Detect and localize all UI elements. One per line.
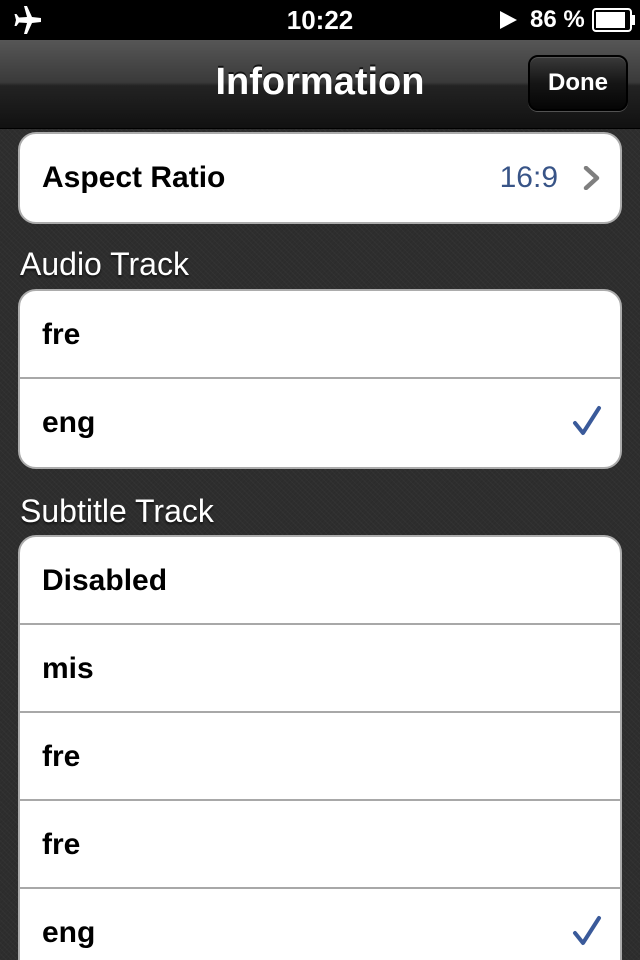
audio-track-label: fre (42, 318, 81, 351)
subtitle-track-label: fre (42, 828, 81, 861)
aspect-ratio-label: Aspect Ratio (42, 161, 226, 194)
subtitle-track-label: fre (42, 740, 81, 773)
battery-icon (592, 8, 636, 32)
done-button[interactable]: Done (528, 55, 628, 111)
checkmark-icon (572, 405, 602, 437)
subtitle-track-label: Disabled (42, 564, 168, 597)
subtitle-track-label: eng (42, 916, 96, 949)
chevron-right-icon (582, 165, 602, 191)
subtitle-track-item-mis[interactable]: mis (20, 625, 620, 713)
subtitle-track-label: mis (42, 652, 94, 685)
subtitle-track-item-fre-2[interactable]: fre (20, 801, 620, 889)
audio-track-item-fre[interactable]: fre (20, 291, 620, 379)
subtitle-track-group: Disabled mis fre fre eng (18, 535, 622, 960)
aspect-ratio-group: Aspect Ratio 16:9 (18, 132, 622, 224)
subtitle-track-item-disabled[interactable]: Disabled (20, 537, 620, 625)
subtitle-track-header: Subtitle Track (20, 493, 214, 529)
navigation-bar: Information Done (0, 40, 640, 129)
audio-track-label: eng (42, 406, 96, 439)
play-icon (498, 10, 518, 30)
battery-percent: 86 % (530, 6, 585, 33)
audio-track-group: fre eng (18, 289, 622, 469)
aspect-ratio-value: 16:9 (499, 161, 558, 194)
settings-table[interactable]: Aspect Ratio 16:9 Audio Track fre eng Su… (0, 129, 640, 960)
subtitle-track-item-fre[interactable]: fre (20, 713, 620, 801)
status-bar: 10:22 86 % (0, 0, 640, 40)
subtitle-track-item-eng[interactable]: eng (20, 889, 620, 960)
audio-track-item-eng[interactable]: eng (20, 379, 620, 467)
checkmark-icon (572, 915, 602, 947)
audio-track-header: Audio Track (20, 246, 189, 282)
aspect-ratio-cell[interactable]: Aspect Ratio 16:9 (20, 134, 620, 222)
